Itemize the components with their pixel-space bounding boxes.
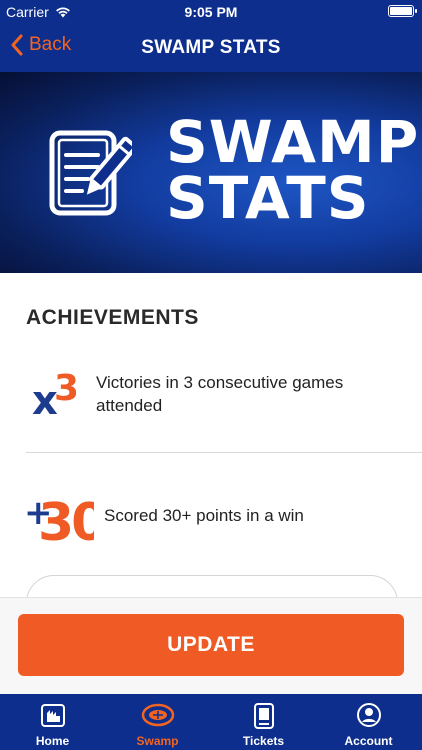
home-icon (40, 704, 65, 727)
ticket-icon (253, 703, 274, 729)
status-bar: Carrier 9:05 PM (0, 0, 422, 24)
hero-title: SWAMP STATS (166, 108, 420, 232)
tab-tickets[interactable]: Tickets (211, 694, 316, 750)
achievements-heading: ACHIEVEMENTS (26, 306, 199, 329)
achievement-item: + 30 Scored 30+ points in a win (0, 480, 422, 553)
bottom-action-panel: UPDATE (0, 597, 422, 695)
tab-bar: Home Swamp Tickets Account (0, 694, 422, 750)
account-icon (356, 703, 381, 727)
page-title: SWAMP STATS (141, 37, 281, 58)
hero-title-line-1: SWAMP (166, 108, 420, 176)
plus30-badge-icon: + 30 (24, 484, 108, 553)
clock: 9:05 PM (184, 4, 238, 20)
hero-title-line-2: STATS (166, 164, 370, 232)
hero-banner: SWAMP STATS (0, 72, 422, 273)
tab-label: Swamp (136, 734, 179, 748)
achievement-text: Victories in 3 consecutive games attende… (96, 373, 344, 415)
tab-home[interactable]: Home (0, 694, 105, 750)
stadium-icon (141, 703, 174, 727)
tab-label: Account (344, 734, 393, 748)
x3-badge-icon: x 3 (32, 366, 79, 424)
tab-label: Tickets (242, 734, 285, 748)
update-button[interactable]: UPDATE (18, 614, 404, 676)
battery-icon (388, 5, 417, 17)
navigation-bar: Back SWAMP STATS (0, 24, 422, 72)
divider (26, 452, 422, 453)
badge-30-glyph: 30 (38, 493, 94, 546)
badge-3-glyph: 3 (54, 368, 76, 409)
tab-account[interactable]: Account (316, 694, 421, 750)
achievement-text: Scored 30+ points in a win (104, 506, 304, 525)
tab-swamp[interactable]: Swamp (105, 694, 210, 750)
achievement-item: x 3 Victories in 3 consecutive games att… (0, 362, 422, 452)
notepad-pencil-icon (49, 130, 132, 216)
tab-label: Home (35, 734, 70, 748)
